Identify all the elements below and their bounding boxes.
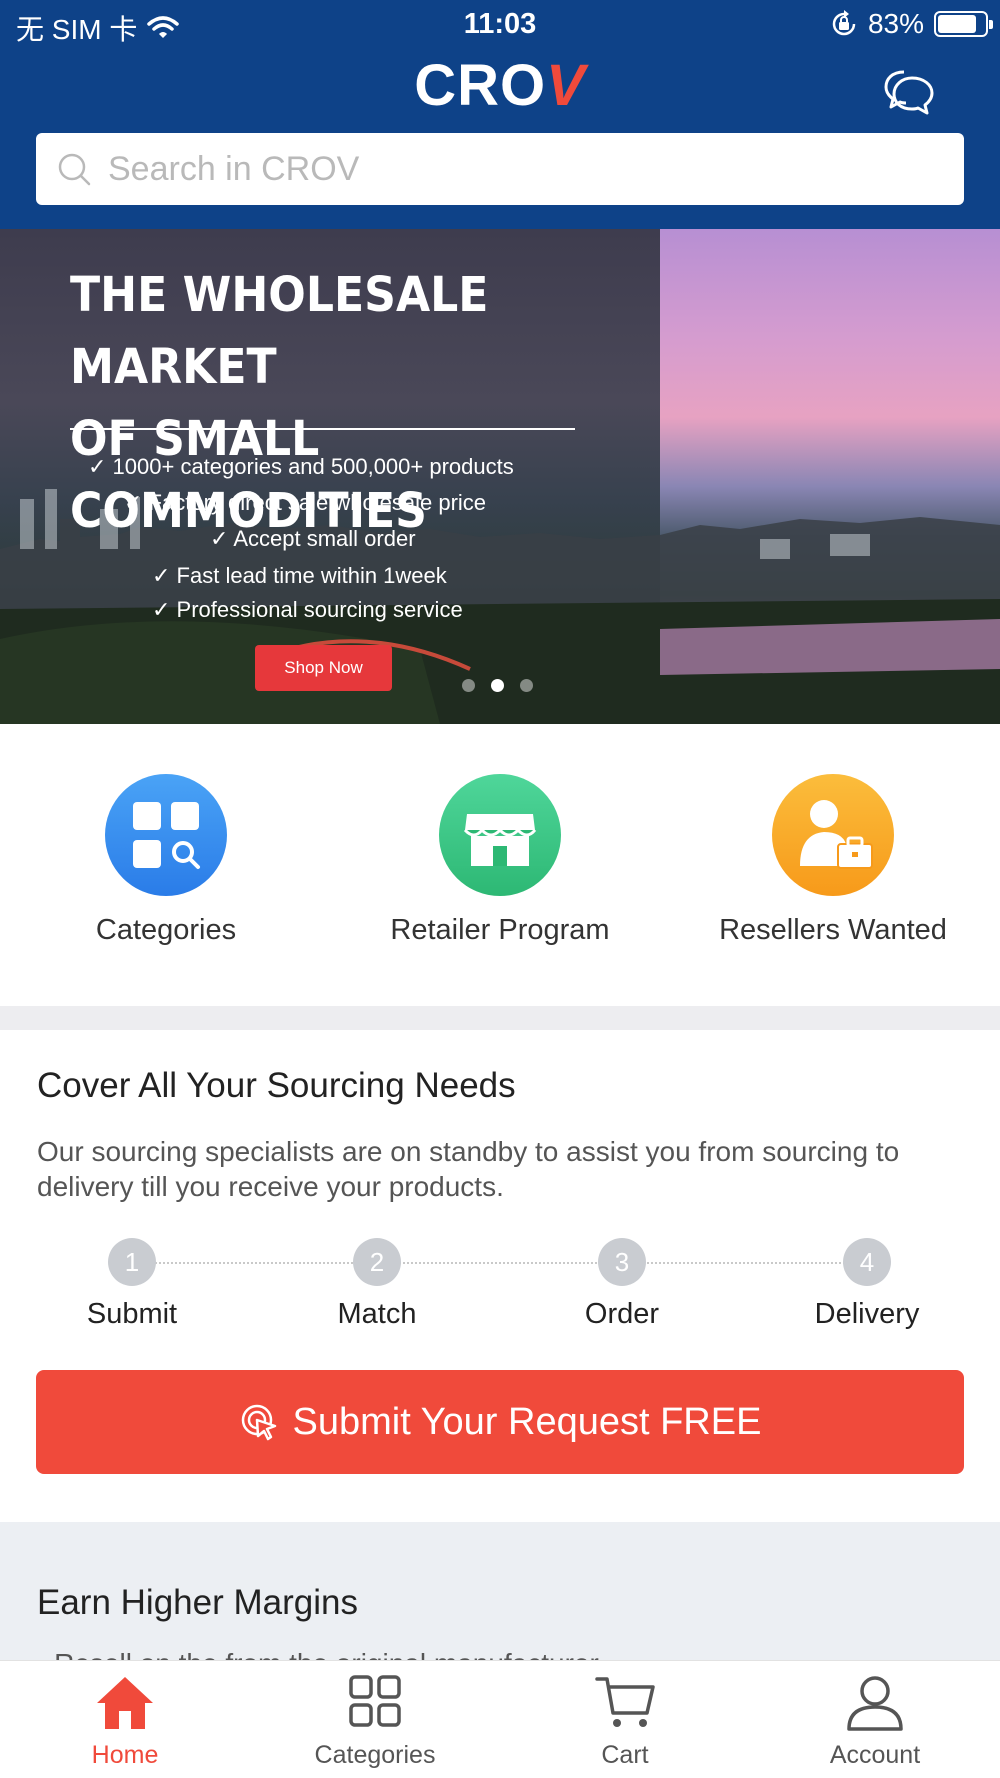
grid-icon <box>349 1675 401 1727</box>
carousel-indicator[interactable] <box>462 679 533 692</box>
step-number: 4 <box>843 1238 891 1286</box>
cart-icon <box>595 1677 655 1727</box>
step-submit: 1 Submit <box>32 1238 232 1331</box>
quick-nav-label: Retailer Program <box>390 914 610 946</box>
logo-main-text: CRO <box>414 53 547 118</box>
tab-categories[interactable]: Categories <box>250 1673 500 1770</box>
steps-connector <box>132 1262 868 1264</box>
step-label: Match <box>337 1298 417 1330</box>
tab-label: Cart <box>601 1741 649 1769</box>
banner-bullet: ✓ Professional sourcing service <box>152 597 463 622</box>
tab-cart[interactable]: Cart <box>500 1673 750 1770</box>
step-match: 2 Match <box>277 1238 477 1331</box>
tab-label: Account <box>829 1741 921 1769</box>
shop-now-button[interactable]: Shop Now <box>255 645 392 691</box>
target-pointer-icon <box>241 1404 276 1441</box>
app-header: 无 SIM 卡 11:03 83% CROV <box>0 0 1000 229</box>
banner-bullet: ✓ Factory direct sale,wholesale price <box>124 490 487 515</box>
rotation-lock-icon <box>832 10 856 36</box>
storefront-icon <box>439 774 561 896</box>
person-icon <box>847 1676 903 1731</box>
quick-nav: Categories Retailer Program Resellers Wa… <box>0 724 1000 1006</box>
step-label: Delivery <box>814 1298 920 1330</box>
carousel-dot-active[interactable] <box>491 679 504 692</box>
tab-label: Home <box>91 1741 159 1769</box>
step-number: 2 <box>353 1238 401 1286</box>
promo-banner[interactable]: THE WHOLESALE MARKET OF SMALL COMMODITIE… <box>0 229 1000 724</box>
banner-bullet: ✓ Fast lead time within 1week <box>152 563 447 588</box>
sourcing-section: Cover All Your Sourcing Needs Our sourci… <box>0 1030 1000 1522</box>
search-input[interactable] <box>108 133 928 205</box>
tab-home[interactable]: Home <box>0 1673 250 1770</box>
step-label: Submit <box>86 1298 178 1330</box>
bottom-tab-bar: Home Categories Cart Account <box>0 1660 1000 1778</box>
battery-percent: 83% <box>867 8 924 39</box>
search-bar[interactable] <box>36 133 964 205</box>
logo-accent-text: V <box>546 53 586 118</box>
chat-bubbles-icon[interactable] <box>882 66 938 118</box>
status-right: 83% <box>830 8 993 40</box>
sourcing-description: Our sourcing specialists are on standby … <box>37 1136 900 1202</box>
grid-search-icon <box>105 774 227 896</box>
step-label: Order <box>584 1298 660 1330</box>
section-divider <box>0 1006 1000 1030</box>
step-delivery: 4 Delivery <box>767 1238 967 1331</box>
submit-request-button[interactable]: Submit Your Request FREE <box>36 1370 964 1474</box>
tab-label: Categories <box>314 1741 436 1769</box>
carousel-dot[interactable] <box>520 679 533 692</box>
home-icon <box>97 1677 153 1729</box>
step-number: 1 <box>108 1238 156 1286</box>
step-number: 3 <box>598 1238 646 1286</box>
sourcing-steps: 1 Submit 2 Match 3 Order 4 Delivery <box>0 1238 1000 1348</box>
quick-nav-label: Resellers Wanted <box>719 914 947 946</box>
banner-bullet: ✓ 1000+ categories and 500,000+ products <box>88 454 514 479</box>
battery-icon <box>934 11 993 37</box>
submit-request-label: Submit Your Request FREE <box>292 1400 762 1443</box>
quick-nav-retailer-program[interactable]: Retailer Program <box>340 774 660 947</box>
earn-title: Earn Higher Margins <box>37 1583 358 1622</box>
battery-fill <box>938 15 976 33</box>
carousel-dot[interactable] <box>462 679 475 692</box>
quick-nav-categories[interactable]: Categories <box>6 774 326 947</box>
quick-nav-resellers-wanted[interactable]: Resellers Wanted <box>673 774 993 947</box>
banner-title-line1: THE WHOLESALE MARKET <box>70 267 489 395</box>
crov-logo[interactable]: CROV <box>0 52 1000 119</box>
banner-divider <box>70 428 575 430</box>
status-bar: 无 SIM 卡 11:03 83% <box>0 0 1000 50</box>
person-briefcase-icon <box>772 774 894 896</box>
sourcing-title: Cover All Your Sourcing Needs <box>37 1066 516 1105</box>
step-order: 3 Order <box>522 1238 722 1331</box>
banner-bullet: ✓ Accept small order <box>210 526 416 551</box>
search-icon <box>58 153 91 186</box>
tab-account[interactable]: Account <box>750 1673 1000 1770</box>
quick-nav-label: Categories <box>95 914 237 946</box>
